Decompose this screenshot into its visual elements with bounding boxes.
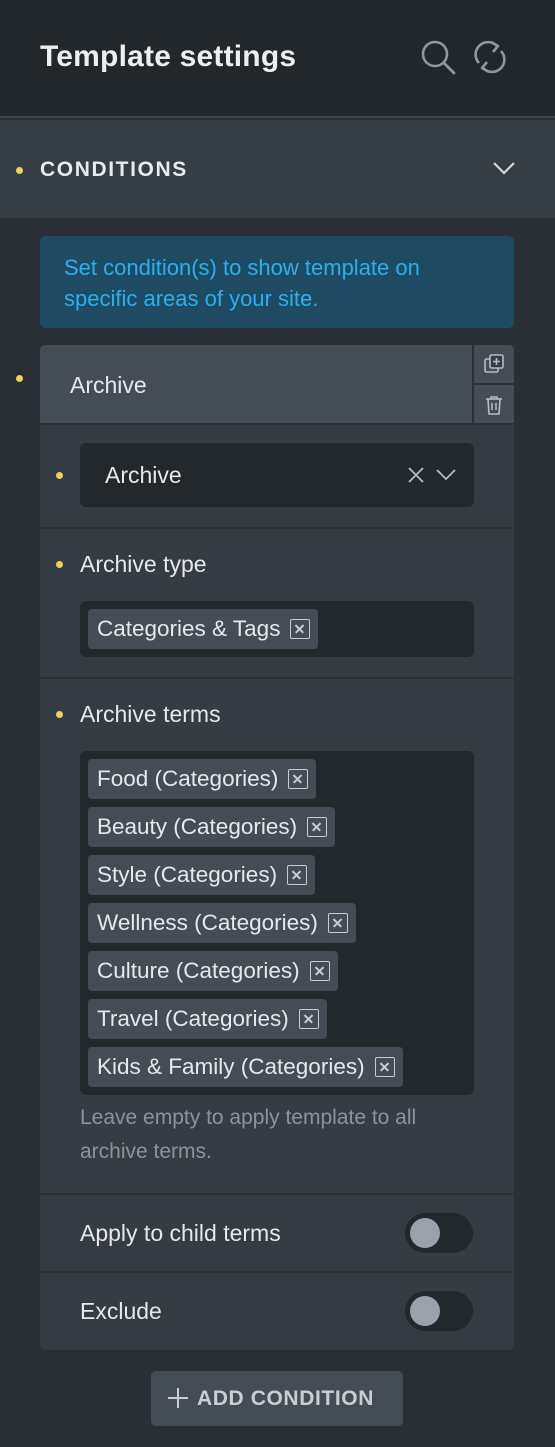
chevron-down-icon[interactable] <box>434 465 458 485</box>
delete-button[interactable] <box>474 385 514 425</box>
toggle-knob <box>410 1296 440 1326</box>
tag-label: Kids & Family (Categories) <box>97 1054 365 1079</box>
tag-label: Travel (Categories) <box>97 1006 289 1031</box>
remove-tag-icon[interactable] <box>290 619 311 639</box>
status-dot <box>16 167 23 174</box>
tag-label: Food (Categories) <box>97 766 279 791</box>
tag: Beauty (Categories) <box>88 807 336 847</box>
tag-label: Beauty (Categories) <box>97 814 298 839</box>
add-condition-button[interactable]: ADD CONDITION <box>151 1371 403 1426</box>
clear-icon[interactable] <box>406 465 426 485</box>
condition-type-row: Archive <box>40 427 514 529</box>
archive-terms-select[interactable]: Food (Categories) Beauty (Categories) St… <box>80 751 474 1095</box>
chevron-down-icon[interactable] <box>490 158 518 178</box>
remove-tag-icon[interactable] <box>288 769 309 789</box>
tag: Travel (Categories) <box>88 999 327 1039</box>
archive-type-row: Archive type Categories & Tags <box>40 529 514 679</box>
condition-actions <box>472 345 514 425</box>
remove-tag-icon[interactable] <box>307 817 328 837</box>
remove-tag-icon[interactable] <box>327 913 348 933</box>
condition-card: Archive Archive Archive type Categories … <box>40 345 514 1350</box>
remove-tag-icon[interactable] <box>287 865 308 885</box>
duplicate-icon <box>484 354 504 373</box>
tag: Wellness (Categories) <box>88 903 356 943</box>
tag: Culture (Categories) <box>88 951 338 991</box>
exclude-row: Exclude <box>40 1273 514 1350</box>
tag-label: Wellness (Categories) <box>97 910 318 935</box>
exclude-toggle[interactable] <box>405 1291 473 1331</box>
info-notice: Set condition(s) to show template on spe… <box>40 236 514 328</box>
remove-tag-icon[interactable] <box>374 1057 395 1077</box>
status-dot <box>56 711 63 718</box>
archive-terms-hint: Leave empty to apply template to all arc… <box>80 1106 417 1163</box>
duplicate-button[interactable] <box>474 345 514 385</box>
trash-icon <box>486 396 502 415</box>
refresh-icon[interactable] <box>471 38 509 76</box>
status-dot <box>56 472 63 479</box>
condition-name: Archive <box>70 372 147 398</box>
remove-tag-icon[interactable] <box>298 1009 319 1029</box>
apply-child-toggle[interactable] <box>405 1213 473 1253</box>
tag: Categories & Tags <box>88 609 319 649</box>
apply-child-row: Apply to child terms <box>40 1195 514 1273</box>
condition-header[interactable]: Archive <box>40 345 514 425</box>
add-condition-label: ADD CONDITION <box>197 1387 374 1410</box>
archive-terms-label: Archive terms <box>80 701 221 727</box>
tag: Kids & Family (Categories) <box>88 1047 403 1087</box>
remove-tag-icon[interactable] <box>309 961 330 981</box>
panel-header: Template settings <box>0 0 555 118</box>
section-label: CONDITIONS <box>40 158 188 181</box>
toggle-knob <box>410 1218 440 1248</box>
select-value: Archive <box>105 462 182 488</box>
panel-title: Template settings <box>40 40 297 73</box>
status-dot <box>56 561 63 568</box>
exclude-label: Exclude <box>80 1298 162 1324</box>
archive-type-select[interactable]: Categories & Tags <box>80 601 474 657</box>
search-icon[interactable] <box>419 38 457 76</box>
archive-type-label: Archive type <box>80 551 207 577</box>
condition-type-select[interactable]: Archive <box>80 443 474 507</box>
conditions-section-toggle[interactable]: CONDITIONS <box>0 120 555 218</box>
tag: Style (Categories) <box>88 855 316 895</box>
tag-label: Style (Categories) <box>97 862 278 887</box>
apply-child-label: Apply to child terms <box>80 1220 281 1246</box>
status-dot <box>16 375 23 382</box>
tag-label: Categories & Tags <box>97 616 281 641</box>
tag-label: Culture (Categories) <box>97 958 300 983</box>
archive-terms-row: Archive terms Food (Categories) Beauty (… <box>40 679 514 1195</box>
plus-icon <box>168 1388 188 1408</box>
tag: Food (Categories) <box>88 759 317 799</box>
